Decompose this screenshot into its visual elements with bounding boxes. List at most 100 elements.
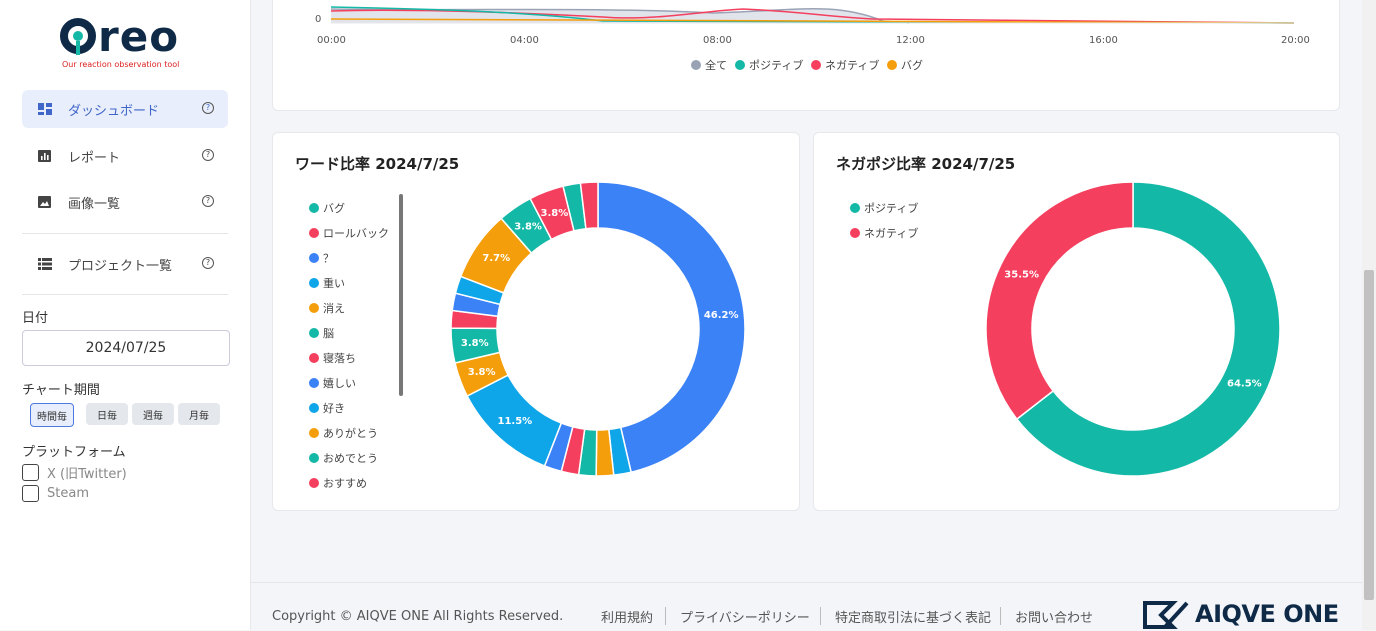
legend-item[interactable]: おめでとう bbox=[309, 450, 378, 466]
legend-dot bbox=[309, 353, 319, 363]
period-hourly-button[interactable]: 時間毎 bbox=[30, 403, 74, 427]
legend-label: 重い bbox=[323, 277, 345, 290]
footer: Copyright © AIQVE ONE All Rights Reserve… bbox=[251, 582, 1362, 631]
slice-label: 3.8% bbox=[514, 222, 542, 233]
aiqve-brand-text: AIQVE ONE bbox=[1195, 600, 1339, 628]
donut-slice[interactable] bbox=[985, 181, 1134, 421]
legend-item[interactable]: 脳 bbox=[309, 325, 334, 341]
footer-separator bbox=[1000, 607, 1001, 625]
nav-images-label: 画像一覧 bbox=[68, 196, 121, 212]
terms-link[interactable]: 利用規約 bbox=[601, 607, 653, 626]
x-tick-label: 16:00 bbox=[1089, 35, 1118, 46]
legend-item[interactable]: おすすめ bbox=[309, 475, 367, 491]
aiqve-one-logo[interactable]: AIQVE ONE bbox=[1143, 599, 1339, 629]
legend-label: ネガティブ bbox=[864, 227, 919, 240]
page-scrollbar[interactable] bbox=[1362, 0, 1376, 630]
checkbox[interactable] bbox=[22, 485, 39, 502]
platform-x-checkbox[interactable]: X (旧Twitter) bbox=[22, 463, 127, 482]
slice-label: 35.5% bbox=[1004, 269, 1039, 280]
timeline-chart bbox=[330, 6, 1295, 24]
report-icon bbox=[38, 150, 52, 162]
legend-label: ポジティブ bbox=[749, 59, 804, 72]
x-tick-label: 00:00 bbox=[317, 35, 346, 46]
legend-scrollbar[interactable] bbox=[399, 194, 403, 396]
period-daily-button[interactable]: 日毎 bbox=[86, 403, 128, 425]
legend-dot bbox=[735, 60, 745, 70]
nav-report[interactable]: レポート ? bbox=[22, 137, 228, 175]
legend-label: 全て bbox=[705, 59, 727, 72]
checkbox[interactable] bbox=[22, 464, 39, 481]
legend-item-bug[interactable]: バグ bbox=[887, 57, 923, 73]
legend-dot bbox=[887, 60, 897, 70]
legend-item-all[interactable]: 全て bbox=[691, 57, 727, 73]
slice-label: 64.5% bbox=[1227, 379, 1262, 390]
legend-dot bbox=[309, 303, 319, 313]
legend-dot bbox=[309, 203, 319, 213]
nav-projects-label: プロジェクト一覧 bbox=[68, 258, 173, 274]
timeline-card: 0 00:00 04:00 08:00 12:00 16:00 20:00 全て… bbox=[272, 0, 1340, 111]
legend-label: 消え bbox=[323, 302, 345, 315]
legend-item[interactable]: 重い bbox=[309, 275, 345, 291]
legend-item-positive[interactable]: ポジティブ bbox=[850, 200, 918, 216]
nav-report-label: レポート bbox=[68, 150, 121, 166]
contact-link[interactable]: お問い合わせ bbox=[1015, 607, 1093, 626]
platform-steam-checkbox[interactable]: Steam bbox=[22, 485, 89, 502]
legend-dot bbox=[309, 228, 319, 238]
legend-dot bbox=[309, 428, 319, 438]
list-icon bbox=[38, 258, 52, 270]
slice-label: 3.8% bbox=[461, 338, 489, 349]
legend-label: 嬉しい bbox=[323, 377, 356, 390]
legend-item[interactable]: 消え bbox=[309, 300, 345, 316]
logo-tagline: Our reaction observation tool bbox=[62, 60, 180, 69]
legend-label: 脳 bbox=[323, 327, 334, 340]
legend-item[interactable]: 嬉しい bbox=[309, 375, 356, 391]
legend-dot bbox=[309, 378, 319, 388]
slice-label: 7.7% bbox=[482, 253, 510, 264]
slice-label: 3.8% bbox=[540, 208, 568, 219]
help-icon[interactable]: ? bbox=[202, 102, 214, 114]
oreo-logo[interactable]: reo Our reaction observation tool bbox=[58, 14, 198, 74]
nav-dashboard-label: ダッシュボード bbox=[68, 103, 160, 119]
sidebar: reo Our reaction observation tool ダッシュボー… bbox=[0, 0, 251, 630]
help-icon[interactable]: ? bbox=[202, 195, 214, 207]
footer-separator bbox=[820, 607, 821, 625]
sidebar-divider bbox=[22, 233, 228, 234]
x-tick-label: 08:00 bbox=[703, 35, 732, 46]
nav-dashboard[interactable]: ダッシュボード ? bbox=[22, 90, 228, 128]
legend-dot bbox=[309, 253, 319, 263]
footer-separator bbox=[665, 607, 666, 625]
word-ratio-title: ワード比率 2024/7/25 bbox=[295, 155, 460, 173]
legend-label: ？ bbox=[323, 252, 334, 265]
x-tick-label: 12:00 bbox=[896, 35, 925, 46]
period-monthly-button[interactable]: 月毎 bbox=[178, 403, 220, 425]
legend-label: 寝落ち bbox=[323, 352, 356, 365]
help-icon[interactable]: ? bbox=[202, 257, 214, 269]
slice-label: 3.8% bbox=[468, 367, 496, 378]
legend-item[interactable]: ？ bbox=[309, 250, 334, 266]
privacy-link[interactable]: プライバシーポリシー bbox=[680, 607, 810, 626]
legend-label: ロールバック bbox=[323, 227, 389, 240]
legend-item[interactable]: バグ bbox=[309, 200, 345, 216]
legend-item[interactable]: ロールバック bbox=[309, 225, 389, 241]
scrollbar-thumb[interactable] bbox=[1364, 270, 1374, 600]
legend-item-positive[interactable]: ポジティブ bbox=[735, 57, 803, 73]
date-input[interactable]: 2024/07/25 bbox=[22, 330, 230, 366]
help-icon[interactable]: ? bbox=[202, 149, 214, 161]
legend-item[interactable]: 寝落ち bbox=[309, 350, 356, 366]
period-weekly-button[interactable]: 週毎 bbox=[132, 403, 174, 425]
legend-dot bbox=[309, 328, 319, 338]
nav-images[interactable]: 画像一覧 ? bbox=[22, 183, 228, 221]
legend-item[interactable]: 好き bbox=[309, 400, 345, 416]
legend-label: ネガティブ bbox=[825, 59, 880, 72]
slice-label: 46.2% bbox=[704, 310, 739, 321]
legend-dot bbox=[309, 453, 319, 463]
legend-item[interactable]: ありがとう bbox=[309, 425, 378, 441]
legend-item-negative[interactable]: ネガティブ bbox=[850, 225, 918, 241]
legend-label: おめでとう bbox=[323, 452, 378, 465]
legend-item-negative[interactable]: ネガティブ bbox=[811, 57, 879, 73]
image-icon bbox=[38, 196, 52, 208]
commerce-law-link[interactable]: 特定商取引法に基づく表記 bbox=[835, 607, 991, 626]
legend-dot bbox=[309, 403, 319, 413]
negaposi-ratio-title: ネガポジ比率 2024/7/25 bbox=[836, 155, 1016, 173]
nav-projects[interactable]: プロジェクト一覧 ? bbox=[22, 245, 228, 283]
